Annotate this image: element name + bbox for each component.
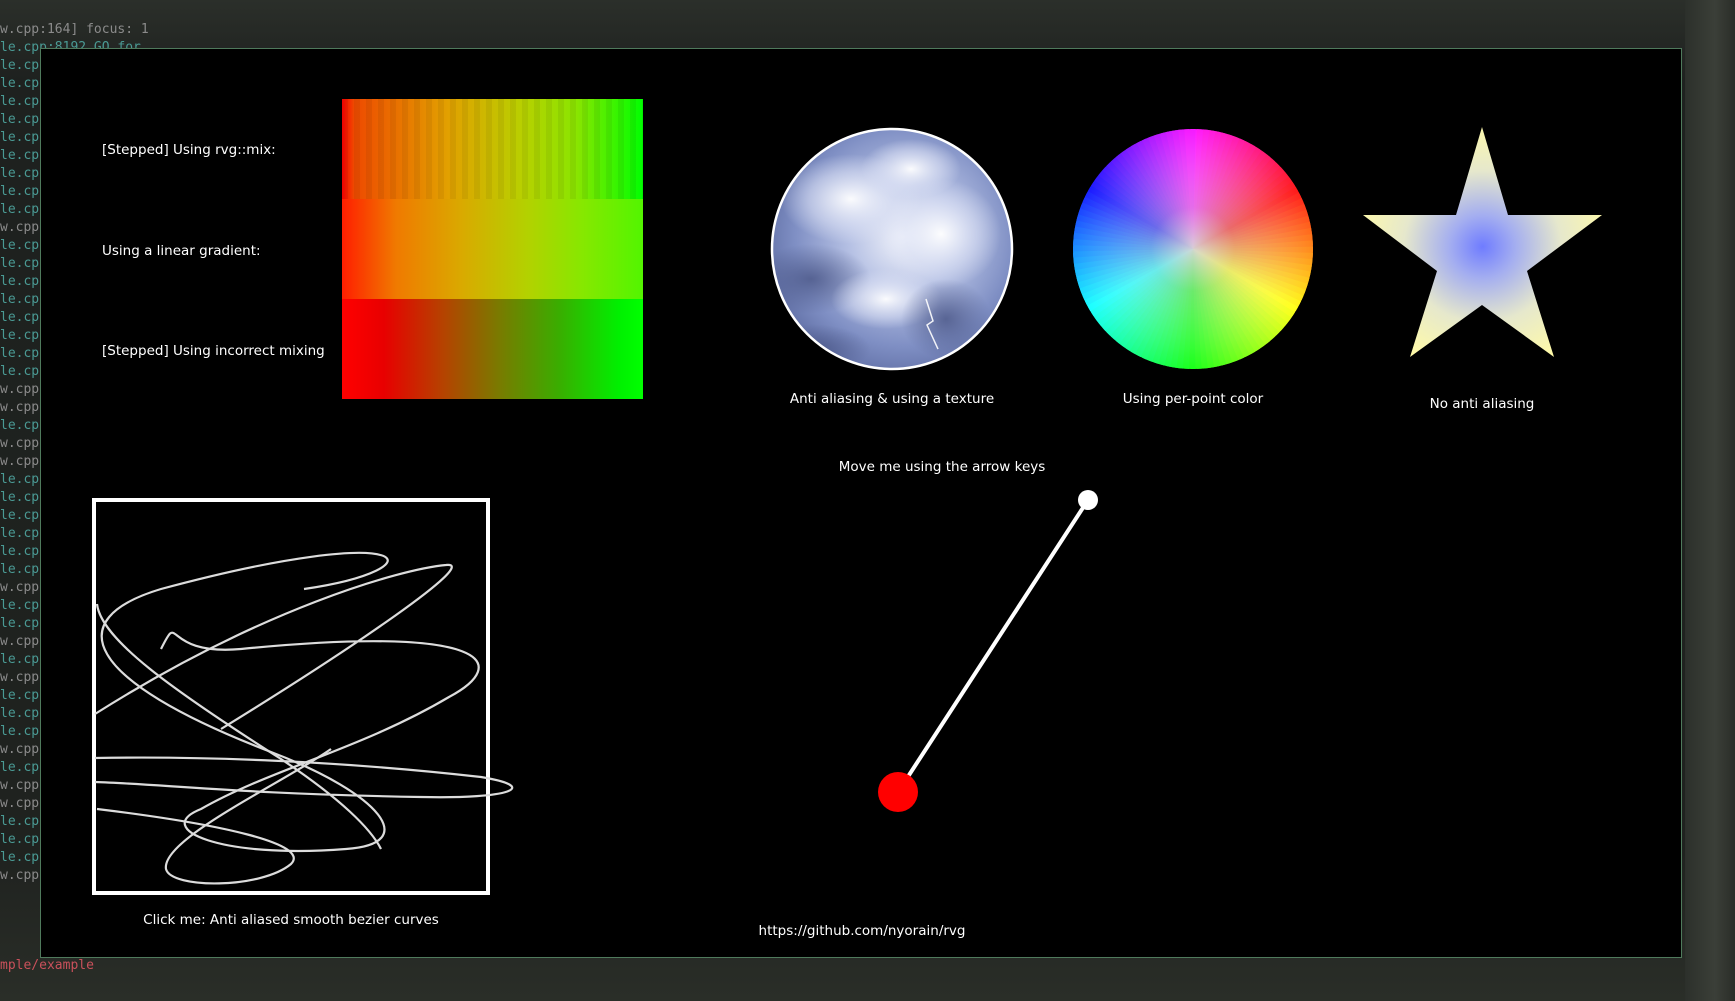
color-wheel-center (1073, 129, 1313, 369)
terminal-log-line: le.cp (0, 112, 40, 127)
textured-circle (770, 127, 1014, 371)
terminal-log-line: w.cpp (0, 220, 40, 235)
bezier-canvas[interactable] (92, 498, 514, 895)
movable-handle[interactable] (878, 490, 1098, 812)
terminal-log-line: le.cp (0, 562, 40, 577)
terminal-log-line: w.cpp (0, 742, 40, 757)
terminal-log-line: w.cpp (0, 454, 40, 469)
terminal-log-line: le.cp (0, 58, 40, 73)
terminal-log-line: le.cp (0, 274, 40, 289)
canvas-graphics (92, 127, 1602, 895)
label-move-hint: Move me using the arrow keys (838, 459, 1046, 475)
terminal-log-line: w.cpp (0, 634, 40, 649)
terminal-log-line: le.cp (0, 364, 40, 379)
label-no-anti-aliasing: No anti aliasing (1429, 396, 1535, 412)
terminal-log-line: le.cp (0, 526, 40, 541)
terminal-log-line: le.cp (0, 616, 40, 631)
terminal-log-line: le.cp (0, 418, 40, 433)
terminal-log-line: w.cpp (0, 400, 40, 415)
terminal-log-line: w.cpp (0, 382, 40, 397)
terminal-log-line: le.cp (0, 688, 40, 703)
terminal-log-line: le.cp (0, 256, 40, 271)
terminal-log-line: w.cpp (0, 580, 40, 595)
terminal-log-line: le.cp (0, 508, 40, 523)
terminal-log-line: le.cp (0, 130, 40, 145)
label-bezier-hint: Click me: Anti aliased smooth bezier cur… (143, 912, 439, 928)
rvg-example-window[interactable]: [Stepped] Using rvg::mix: Using a linear… (40, 48, 1682, 958)
terminal-log-line: le.cp (0, 328, 40, 343)
label-per-point-color: Using per-point color (1122, 391, 1264, 407)
terminal-log-line: w.cpp (0, 796, 40, 811)
terminal-log-line: le.cp (0, 238, 40, 253)
terminal-log-line: w.cpp (0, 670, 40, 685)
terminal-log-line: le.cp (0, 760, 40, 775)
terminal-log-line: le.cp (0, 832, 40, 847)
terminal-log-line: le.cp (0, 724, 40, 739)
terminal-log-line: le.cp (0, 850, 40, 865)
terminal-log-line: le.cp (0, 652, 40, 667)
terminal-log-line: le.cp (0, 76, 40, 91)
terminal-log-line: le.cp (0, 94, 40, 109)
terminal-log-line: le.cp (0, 706, 40, 721)
terminal-log-line: le.cp (0, 472, 40, 487)
terminal-log-line: le.cp (0, 166, 40, 181)
terminal-log-line: w.cpp:164] focus: 1 (0, 22, 149, 37)
terminal-log-line: le.cp (0, 814, 40, 829)
terminal-log-line: le.cp (0, 598, 40, 613)
terminal-log-line: le.cp (0, 202, 40, 217)
label-texture-circle: Anti aliasing & using a texture (789, 391, 995, 407)
terminal-log-line: le.cp (0, 148, 40, 163)
handle-endpoint-red[interactable] (878, 772, 918, 812)
terminal-log-line: w.cpp (0, 436, 40, 451)
star-shape (1363, 127, 1602, 357)
terminal-prompt: mple/example (0, 958, 94, 973)
terminal-log-line: w.cpp (0, 778, 40, 793)
terminal-log-line: le.cp (0, 490, 40, 505)
terminal-log-line: le.cp (0, 184, 40, 199)
repo-url-link[interactable]: https://github.com/nyorain/rvg (759, 923, 966, 939)
terminal-log-line: le.cp (0, 544, 40, 559)
terminal-log-line: w.cpp (0, 868, 40, 883)
terminal-log-line: le.cp (0, 292, 40, 307)
terminal-log-line: le.cp (0, 346, 40, 361)
handle-endpoint-white[interactable] (1078, 490, 1098, 510)
terminal-log-line: le.cp (0, 310, 40, 325)
